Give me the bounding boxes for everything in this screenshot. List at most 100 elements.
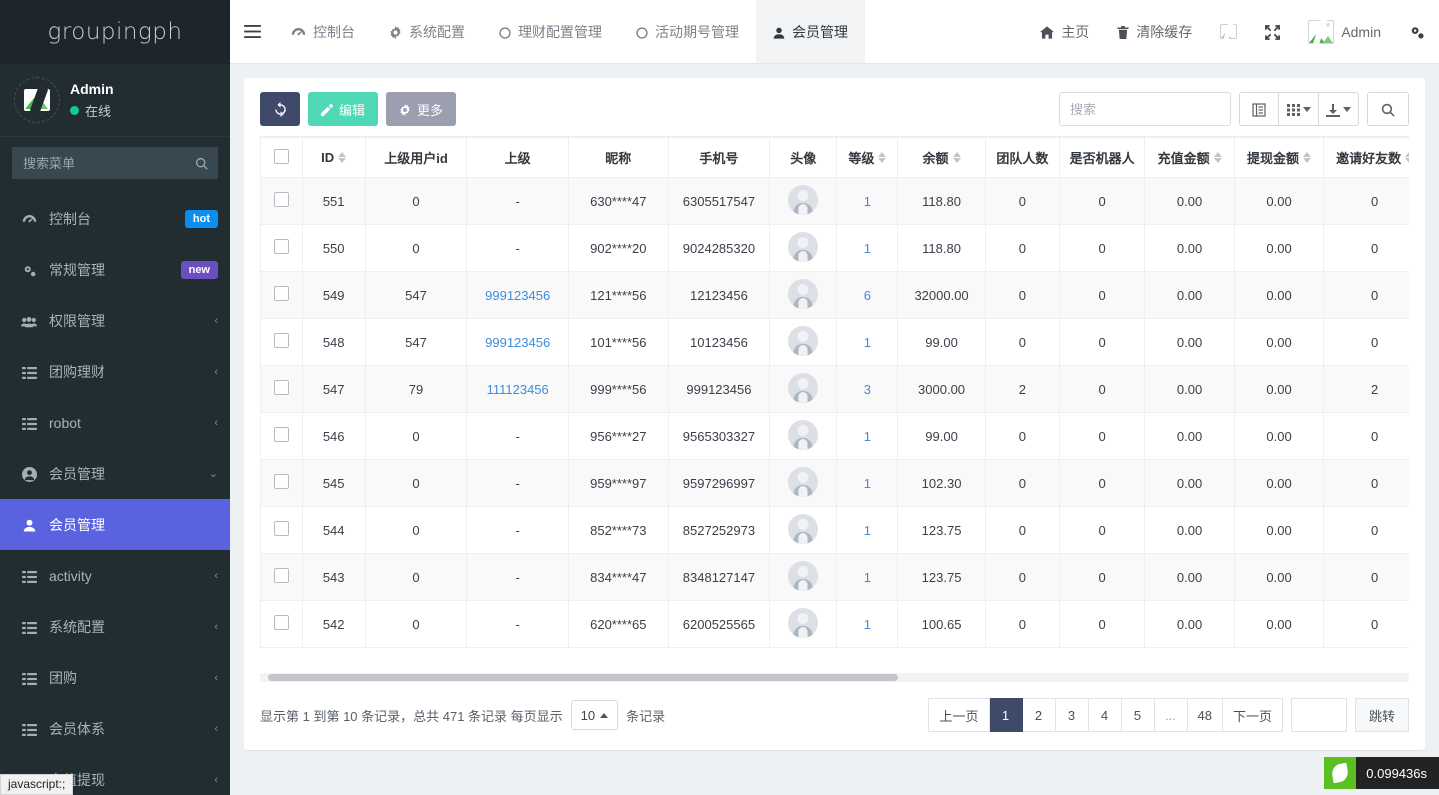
page-button-2[interactable]: 2 — [1023, 698, 1056, 732]
th-invites[interactable]: 邀请好友数 — [1324, 138, 1409, 178]
level-link[interactable]: 1 — [864, 194, 871, 209]
level-link[interactable]: 6 — [864, 288, 871, 303]
row-checkbox[interactable] — [274, 615, 289, 630]
avatar-placeholder-icon[interactable] — [788, 420, 818, 450]
refresh-button[interactable] — [260, 92, 300, 126]
row-checkbox[interactable] — [274, 521, 289, 536]
row-checkbox[interactable] — [274, 474, 289, 489]
th-nickname[interactable]: 昵称 — [569, 138, 669, 178]
th-avatar[interactable]: 头像 — [770, 138, 837, 178]
sidebar-item-activity[interactable]: activity ‹ — [0, 550, 230, 601]
more-button[interactable]: 更多 — [386, 92, 456, 126]
sidebar-item-changguiguanli[interactable]: 常规管理 new — [0, 244, 230, 295]
level-link[interactable]: 1 — [864, 570, 871, 585]
level-link[interactable]: 1 — [864, 476, 871, 491]
level-link[interactable]: 1 — [864, 523, 871, 538]
tab-huiyuanguanli[interactable]: 会员管理 — [756, 0, 865, 63]
th-phone[interactable]: 手机号 — [668, 138, 770, 178]
cell-level[interactable]: 6 — [837, 272, 898, 319]
th-level[interactable]: 等级 — [837, 138, 898, 178]
next-page-button[interactable]: 下一页 — [1223, 698, 1283, 732]
sidebar-item-huiyuanguanli-parent[interactable]: 会员管理 ⌄ — [0, 448, 230, 499]
th-parent[interactable]: 上级 — [467, 138, 569, 178]
home-button[interactable]: 主页 — [1026, 0, 1103, 63]
th-parent-id[interactable]: 上级用户id — [365, 138, 467, 178]
edit-button[interactable]: 编辑 — [308, 92, 378, 126]
cell-level[interactable]: 1 — [837, 225, 898, 272]
cell-level[interactable]: 3 — [837, 366, 898, 413]
table-row[interactable]: 5430-834****4783481271471123.75000.000.0… — [261, 554, 1410, 601]
row-checkbox[interactable] — [274, 192, 289, 207]
settings-button[interactable] — [1395, 0, 1439, 63]
sidebar-item-huiyuantixi[interactable]: 会员体系 ‹ — [0, 703, 230, 754]
menu-search-input[interactable] — [12, 147, 218, 179]
user-menu-button[interactable]: Admin — [1294, 0, 1395, 63]
page-size-dropdown[interactable]: 10 — [571, 700, 618, 730]
scrollbar-thumb[interactable] — [268, 674, 898, 681]
table-row[interactable]: 5460-956****279565303327199.00000.000.00… — [261, 413, 1410, 460]
avatar-placeholder-icon[interactable] — [788, 185, 818, 215]
prev-page-button[interactable]: 上一页 — [928, 698, 989, 732]
cell-parent[interactable]: 999123456 — [467, 272, 569, 319]
search-submit-button[interactable] — [1367, 92, 1409, 126]
avatar-placeholder-icon[interactable] — [788, 608, 818, 638]
jump-page-input[interactable] — [1291, 698, 1347, 732]
cell-level[interactable]: 1 — [837, 554, 898, 601]
tab-licaipeizhiguanli[interactable]: 理财配置管理 — [482, 0, 619, 63]
table-row[interactable]: 5510-630****4763055175471118.80000.000.0… — [261, 178, 1410, 225]
level-link[interactable]: 1 — [864, 335, 871, 350]
avatar-placeholder-icon[interactable] — [788, 279, 818, 309]
clear-cache-button[interactable]: 清除缓存 — [1103, 0, 1206, 63]
sidebar-item-tuangou[interactable]: 团购 ‹ — [0, 652, 230, 703]
cell-level[interactable]: 1 — [837, 507, 898, 554]
page-button-5[interactable]: 5 — [1122, 698, 1155, 732]
th-is-robot[interactable]: 是否机器人 — [1059, 138, 1144, 178]
row-checkbox[interactable] — [274, 286, 289, 301]
table-row[interactable]: 5420-620****6562005255651100.65000.000.0… — [261, 601, 1410, 648]
brand-logo[interactable]: groupingph — [0, 0, 230, 64]
level-link[interactable]: 1 — [864, 241, 871, 256]
table-row[interactable]: 548547999123456101****5610123456199.0000… — [261, 319, 1410, 366]
avatar-placeholder-icon[interactable] — [788, 467, 818, 497]
parent-link[interactable]: 111123456 — [487, 382, 549, 397]
table-row[interactable]: 5500-902****2090242853201118.80000.000.0… — [261, 225, 1410, 272]
cell-level[interactable]: 1 — [837, 601, 898, 648]
row-checkbox[interactable] — [274, 427, 289, 442]
horizontal-scrollbar[interactable] — [260, 673, 1409, 682]
avatar-placeholder-icon[interactable] — [788, 373, 818, 403]
select-all-checkbox[interactable] — [274, 149, 289, 164]
cell-parent[interactable]: 999123456 — [467, 319, 569, 366]
row-checkbox[interactable] — [274, 239, 289, 254]
row-checkbox[interactable] — [274, 568, 289, 583]
menu-toggle-button[interactable] — [230, 0, 274, 63]
th-team-count[interactable]: 团队人数 — [985, 138, 1059, 178]
table-row[interactable]: 5440-852****7385272529731123.75000.000.0… — [261, 507, 1410, 554]
th-id[interactable]: ID — [302, 138, 365, 178]
parent-link[interactable]: 999123456 — [485, 335, 550, 350]
table-row[interactable]: 549547999123456121****5612123456632000.0… — [261, 272, 1410, 319]
search-icon[interactable] — [195, 154, 208, 170]
sidebar-item-xitongpeizhi[interactable]: 系统配置 ‹ — [0, 601, 230, 652]
search-input[interactable] — [1059, 92, 1231, 126]
cell-level[interactable]: 1 — [837, 178, 898, 225]
page-button-48[interactable]: 48 — [1188, 698, 1223, 732]
sidebar-item-tuangoulicai[interactable]: 团购理财 ‹ — [0, 346, 230, 397]
sidebar-item-robot[interactable]: robot ‹ — [0, 397, 230, 448]
tab-xitongpeizhi[interactable]: 系统配置 — [372, 0, 482, 63]
list-view-button[interactable] — [1239, 92, 1279, 126]
level-link[interactable]: 3 — [864, 382, 871, 397]
table-row[interactable]: 5450-959****9795972969971102.30000.000.0… — [261, 460, 1410, 507]
sidebar-item-kongzhitai[interactable]: 控制台 hot — [0, 193, 230, 244]
tab-huodongqihaoguanli[interactable]: 活动期号管理 — [619, 0, 756, 63]
table-row[interactable]: 54779111123456999****5699912345633000.00… — [261, 366, 1410, 413]
fullscreen-button[interactable] — [1251, 0, 1294, 63]
avatar-placeholder-icon[interactable] — [788, 326, 818, 356]
page-button-1[interactable]: 1 — [990, 698, 1023, 732]
page-button-4[interactable]: 4 — [1089, 698, 1122, 732]
row-checkbox[interactable] — [274, 380, 289, 395]
level-link[interactable]: 1 — [864, 429, 871, 444]
broken-image-button[interactable] — [1206, 0, 1251, 63]
export-dropdown-button[interactable] — [1319, 92, 1359, 126]
performance-widget[interactable]: 0.099436s — [1324, 757, 1439, 789]
th-withdraw[interactable]: 提现金额 — [1234, 138, 1323, 178]
